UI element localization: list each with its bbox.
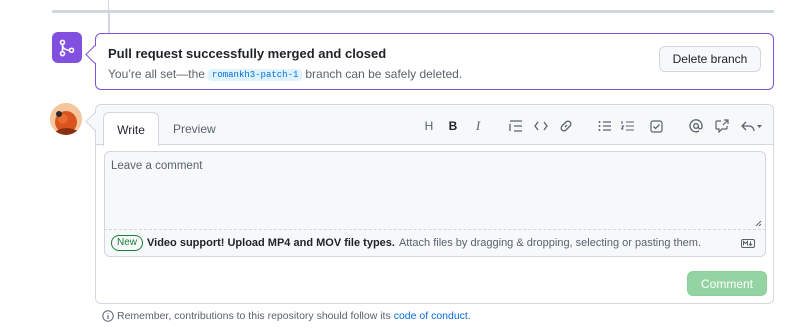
comment-textarea[interactable]: Leave a comment: [104, 151, 766, 229]
info-icon: [102, 310, 114, 322]
merged-status-box: Pull request successfully merged and clo…: [95, 33, 774, 90]
comment-placeholder: Leave a comment: [111, 160, 203, 172]
markdown-toolbar: H B I: [96, 118, 773, 134]
attach-instructions: Attach files by dragging & dropping, sel…: [398, 237, 702, 249]
code-icon[interactable]: [533, 118, 549, 134]
contribution-note: Remember, contributions to this reposito…: [102, 310, 471, 322]
ordered-list-icon[interactable]: [620, 118, 636, 134]
saved-replies-icon[interactable]: [740, 118, 764, 134]
markdown-icon[interactable]: [741, 239, 755, 248]
file-attach-bar[interactable]: New Video support! Upload MP4 and MOV fi…: [104, 229, 766, 257]
new-badge: New: [111, 235, 144, 251]
cross-reference-icon[interactable]: [714, 118, 730, 134]
code-of-conduct-link[interactable]: code of conduct: [394, 310, 468, 322]
comment-submit-button[interactable]: Comment: [687, 271, 767, 296]
link-icon[interactable]: [558, 118, 574, 134]
merged-sub-prefix: You’re all set—the: [108, 67, 205, 81]
branch-name[interactable]: romankh3-patch-1: [207, 69, 303, 81]
italic-icon[interactable]: I: [471, 118, 485, 134]
merged-title: Pull request successfully merged and clo…: [108, 46, 387, 61]
merged-sub-suffix: branch can be safely deleted.: [305, 67, 463, 81]
contribution-end: .: [467, 310, 471, 322]
contribution-text: Remember, contributions to this reposito…: [117, 310, 391, 322]
attach-feature-text: Video support! Upload MP4 and MOV file t…: [147, 237, 395, 249]
comment-composer: Write Preview H B I Leave a comment New …: [95, 104, 774, 304]
composer-tab-bar: Write Preview H B I: [96, 105, 773, 146]
mention-icon[interactable]: [688, 118, 704, 134]
resize-handle-icon[interactable]: [755, 220, 762, 227]
unordered-list-icon[interactable]: [597, 118, 613, 134]
delete-branch-button[interactable]: Delete branch: [659, 46, 761, 72]
task-list-icon[interactable]: [648, 118, 664, 134]
merged-subtitle: You’re all set—the romankh3-patch-1 branch…: [108, 67, 462, 81]
timeline-line: [108, 13, 110, 33]
quote-icon[interactable]: [508, 118, 524, 134]
bold-icon[interactable]: B: [446, 118, 460, 134]
git-merge-icon: [52, 32, 82, 63]
heading-icon[interactable]: H: [422, 118, 436, 134]
timeline-divider: [52, 10, 774, 13]
avatar[interactable]: [50, 103, 82, 135]
